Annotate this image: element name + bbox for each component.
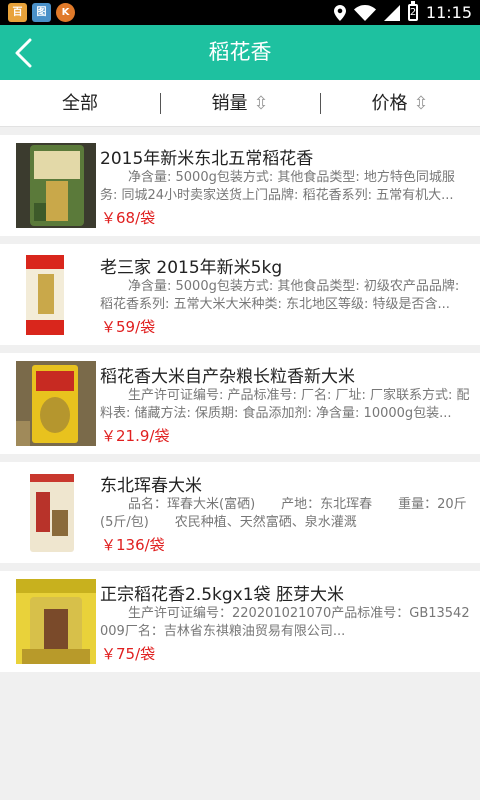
product-price: ￥21.9/袋 [101, 427, 170, 445]
product-title: 东北珲春大米 [100, 476, 202, 496]
list-item[interactable]: 稻花香大米自产杂粮长粒香新大米 生产许可证编号: 产品标准号: 厂名: 厂址: … [0, 353, 480, 454]
product-description: 生产许可证编号：220201021070产品标准号：GB13542009厂名：吉… [100, 606, 470, 639]
product-description: 生产许可证编号: 产品标准号: 厂名: 厂址: 厂家联系方式: 配料表: 储藏方… [100, 388, 470, 421]
product-description: 净含量: 5000g包装方式: 其他食品类型: 地方特色同城服务: 同城24小时… [100, 170, 455, 203]
product-title: 稻花香大米自产杂粮长粒香新大米 [100, 367, 355, 387]
list-item[interactable]: 老三家 2015年新米5kg 净含量: 5000g包装方式: 其他食品类型: 初… [0, 244, 480, 345]
filter-bar: 全部 销量 ⇳ 价格 ⇳ [0, 80, 480, 127]
page-title: 稻花香 [208, 40, 272, 64]
filter-price[interactable]: 价格 ⇳ [320, 80, 480, 127]
status-time: 11:15 [425, 3, 472, 22]
product-image [16, 470, 96, 555]
product-list: 2015年新米东北五常稻花香 净含量: 5000g包装方式: 其他食品类型: 地… [0, 135, 480, 680]
signal-icon [383, 4, 400, 21]
product-description: 品名：珲春大米(富硒) 产地：东北珲春 重量：20斤(5斤/包) 农民种植、天然… [100, 497, 467, 530]
list-item[interactable]: 2015年新米东北五常稻花香 净含量: 5000g包装方式: 其他食品类型: 地… [0, 135, 480, 236]
list-item[interactable]: 正宗稻花香2.5kgx1袋 胚芽大米 生产许可证编号：220201021070产… [0, 571, 480, 672]
filter-price-label: 价格 [371, 92, 408, 114]
filter-sales-label: 销量 [211, 92, 248, 114]
filter-all-label: 全部 [62, 92, 98, 114]
notification-app-icon: K [56, 3, 75, 22]
filter-sales[interactable]: 销量 ⇳ [160, 80, 320, 127]
product-title: 正宗稻花香2.5kgx1袋 胚芽大米 [100, 585, 344, 605]
battery-level: 2 [409, 7, 417, 18]
notification-app-icon: 图 [32, 3, 51, 22]
product-title: 老三家 2015年新米5kg [100, 258, 283, 278]
wifi-icon [353, 4, 376, 21]
product-image [16, 143, 96, 228]
product-price: ￥136/袋 [101, 536, 165, 554]
product-price: ￥59/袋 [101, 318, 156, 336]
product-image [16, 361, 96, 446]
location-icon [333, 4, 346, 21]
list-item[interactable]: 东北珲春大米 品名：珲春大米(富硒) 产地：东北珲春 重量：20斤(5斤/包) … [0, 462, 480, 563]
header: 稻花香 [0, 25, 480, 80]
notification-app-icon: 百 [8, 3, 27, 22]
sort-icon: ⇳ [413, 92, 429, 114]
sort-icon: ⇳ [253, 92, 269, 114]
product-description: 净含量: 5000g包装方式: 其他食品类型: 初级农产品品牌: 稻花香系列: … [100, 279, 460, 312]
product-image [16, 252, 96, 337]
product-title: 2015年新米东北五常稻花香 [100, 149, 314, 169]
product-image [16, 579, 96, 664]
filter-all[interactable]: 全部 [0, 80, 160, 127]
product-price: ￥75/袋 [101, 645, 156, 663]
product-price: ￥68/袋 [101, 209, 156, 227]
battery-icon: 2 [407, 1, 418, 21]
status-bar: 百 图 K 2 11:15 [0, 0, 480, 25]
